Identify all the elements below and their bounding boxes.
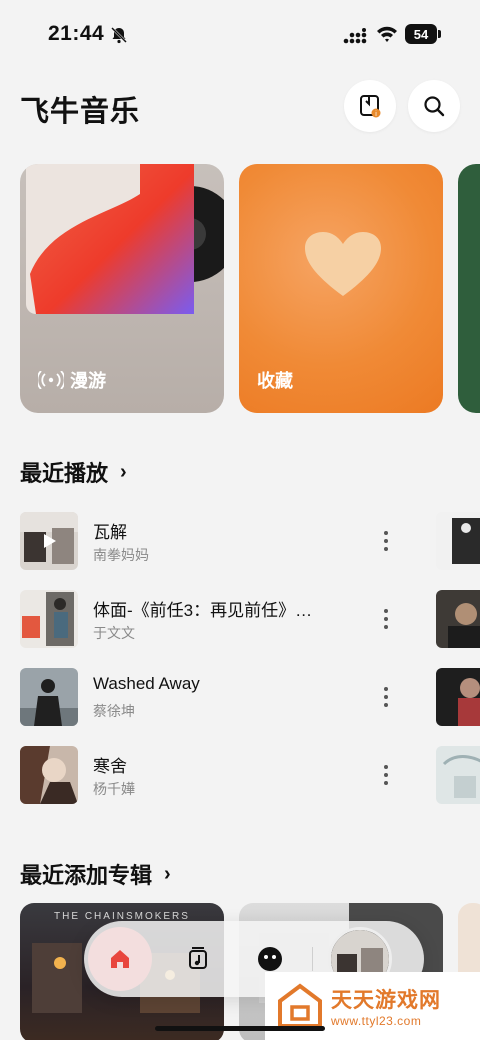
more-options-icon[interactable] [376,602,396,636]
albums-section-header[interactable]: 最近添加专辑 › [20,858,171,890]
roam-label-text: 漫游 [70,371,106,391]
song-row[interactable]: Washed Away 蔡徐坤 [20,668,400,728]
nav-library[interactable] [180,941,216,977]
more-card[interactable] [458,164,480,413]
song-row[interactable]: 体面-《前任3：再见前任》… 于文文 [20,590,400,650]
broadcast-icon [38,371,64,389]
wifi-icon [377,26,397,42]
side-cover[interactable] [436,590,480,648]
page-title: 飞牛音乐 [20,96,141,128]
more-options-icon[interactable] [376,680,396,714]
watermark-logo-icon [278,983,322,1028]
watermark-url: www.ttyl23.com [331,1014,422,1028]
favorites-card[interactable]: 收藏 [239,164,443,413]
battery-indicator: 54 [405,24,441,44]
music-library-icon [189,947,207,969]
chevron-right-icon: › [120,460,127,483]
home-indicator [155,1026,325,1031]
song-artist: 杨千嬅 [93,781,135,797]
heart-icon [305,232,381,296]
nav-divider [312,947,313,971]
home-icon [111,950,129,968]
albums-title: 最近添加专辑 [20,863,153,888]
watermark-name: 天天游戏网 [331,989,441,1012]
song-cover [20,746,78,804]
song-title: Washed Away [93,674,200,693]
bell-muted-icon [111,27,127,44]
status-time: 21:44 [48,22,105,45]
favorites-label-text: 收藏 [257,371,293,391]
side-cover[interactable] [436,746,480,804]
song-title: 瓦解 [93,523,127,542]
chevron-right-icon: › [164,862,171,885]
more-options-icon[interactable] [376,758,396,792]
song-artist: 于文文 [93,625,135,641]
recent-title: 最近播放 [20,461,109,486]
song-cover [20,590,78,648]
song-row[interactable]: 瓦解 南拳妈妈 [20,512,400,572]
song-row[interactable]: 寒舍 杨千嬅 [20,746,400,806]
roam-card[interactable]: 漫游 [20,164,224,413]
roam-label: 漫游 [38,367,106,393]
side-cover[interactable] [436,668,480,726]
device-icon: i [360,95,381,118]
song-cover [20,512,78,570]
song-title: 寒舍 [93,757,127,776]
nav-home[interactable] [88,927,152,991]
side-cover[interactable] [436,512,480,570]
assistant-face-icon [258,947,282,971]
recent-section-header[interactable]: 最近播放 › [20,456,127,488]
song-artist: 蔡徐坤 [93,703,135,719]
status-bar: 21:44 54 [0,0,480,70]
song-artist: 南拳妈妈 [93,547,149,563]
search-button[interactable] [408,80,460,132]
song-title: 体面-《前任3：再见前任》… [93,601,313,620]
song-cover [20,668,78,726]
favorites-label: 收藏 [257,367,293,393]
more-options-icon[interactable] [376,524,396,558]
device-button[interactable]: i [344,80,396,132]
search-icon [424,96,445,117]
signal-icon [343,28,367,44]
